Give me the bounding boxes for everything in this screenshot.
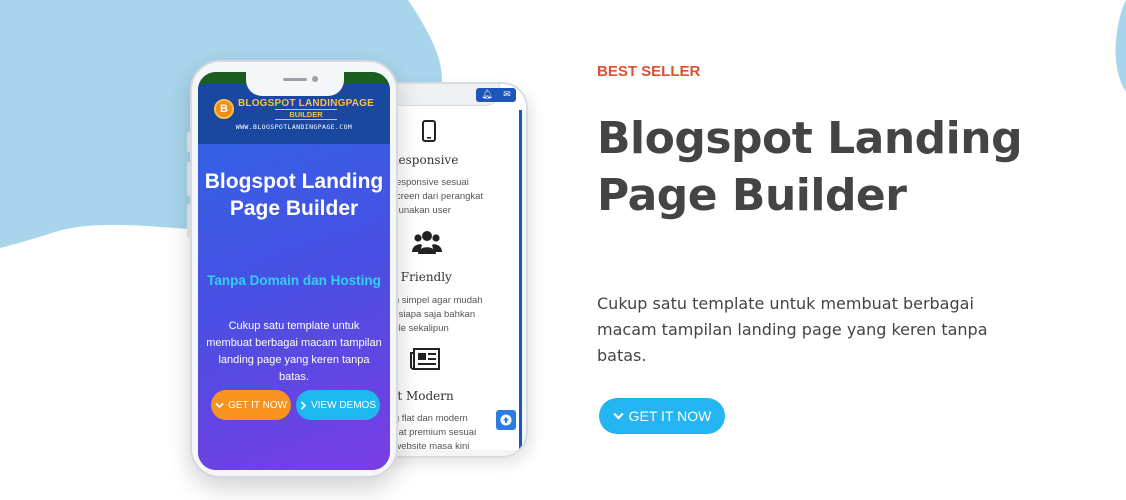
arrow-up-icon (500, 414, 512, 426)
front-phone-screen: B BLOGSPOT LANDINGPAGE BUILDER WWW.BLOGS… (198, 72, 390, 470)
logo-url: WWW.BLOGSPOTLANDINGPAGE.COM (235, 122, 353, 131)
feature-text-line: full responsive sesuai (378, 177, 469, 188)
button-label: GET IT NOW (227, 399, 288, 411)
bell-icon: 🔔︎ (481, 89, 493, 100)
page-title: Blogspot Landing Page Builder (597, 113, 1023, 221)
logo-text-line1: BLOGSPOT LANDINGPAGE (237, 97, 375, 109)
feature-text-line: i nuble sekalipun (378, 323, 449, 334)
eyebrow-label: BEST SELLER (597, 63, 701, 80)
back-phone-status-icons: 🔔︎ ✉ (476, 88, 516, 102)
background-blob (0, 0, 1126, 248)
button-label: VIEW DEMOS (310, 399, 376, 411)
phone-view-demos-button[interactable]: VIEW DEMOS (296, 390, 380, 420)
phone-hero-subtitle: Tanpa Domain dan Hosting (207, 273, 381, 288)
feature-title: ser Friendly (378, 270, 452, 284)
phone-hero-section: Blogspot Landing Page Builder Tanpa Doma… (198, 144, 390, 470)
chevron-right-icon (300, 400, 307, 410)
chevron-down-icon (613, 412, 624, 420)
feature-text-line: oleh siapa saja bahkan (378, 309, 476, 320)
front-phone-notch (246, 72, 344, 96)
users-group-icon (412, 231, 442, 254)
blogger-logo-icon: B (213, 98, 234, 119)
front-phone-mockup: B BLOGSPOT LANDINGPAGE BUILDER WWW.BLOGS… (187, 60, 398, 478)
get-it-now-button[interactable]: GET IT NOW (599, 398, 725, 434)
logo-text-line2: BUILDER (275, 108, 337, 120)
site-logo[interactable]: B BLOGSPOT LANDINGPAGE BUILDER (213, 97, 375, 120)
chat-icon: ✉ (503, 89, 511, 100)
phone-hero-description: Cukup satu template untuk membuat berbag… (206, 320, 382, 383)
phone-get-it-now-button[interactable]: GET IT NOW (211, 390, 291, 420)
feature-title: Flat Modern (378, 389, 454, 403)
phone-side-button (187, 204, 191, 238)
feature-title: ll Responsive (378, 153, 459, 167)
mobile-phone-icon (422, 120, 436, 142)
phone-camera (312, 76, 318, 82)
phone-side-button (187, 162, 191, 196)
newspaper-icon (410, 348, 440, 370)
phone-hero-title: Blogspot Landing Page Builder (204, 170, 384, 220)
feature-text-line: g digunakan user (378, 205, 451, 216)
scroll-to-top-button[interactable] (496, 410, 516, 430)
feature-text-line: ngan simpel agar mudah (378, 295, 483, 306)
page-description: Cukup satu template untuk membuat berbag… (597, 294, 988, 365)
phone-side-button (187, 132, 191, 152)
cta-label: GET IT NOW (628, 408, 712, 424)
back-phone-screen: ll Responsive full responsive sesuai an … (378, 110, 522, 450)
feature-text-line: ern website masa kini (378, 441, 470, 450)
chevron-down-icon (215, 402, 224, 408)
feature-text-line: an screen dari perangkat (378, 191, 484, 202)
phone-speaker (283, 78, 307, 81)
